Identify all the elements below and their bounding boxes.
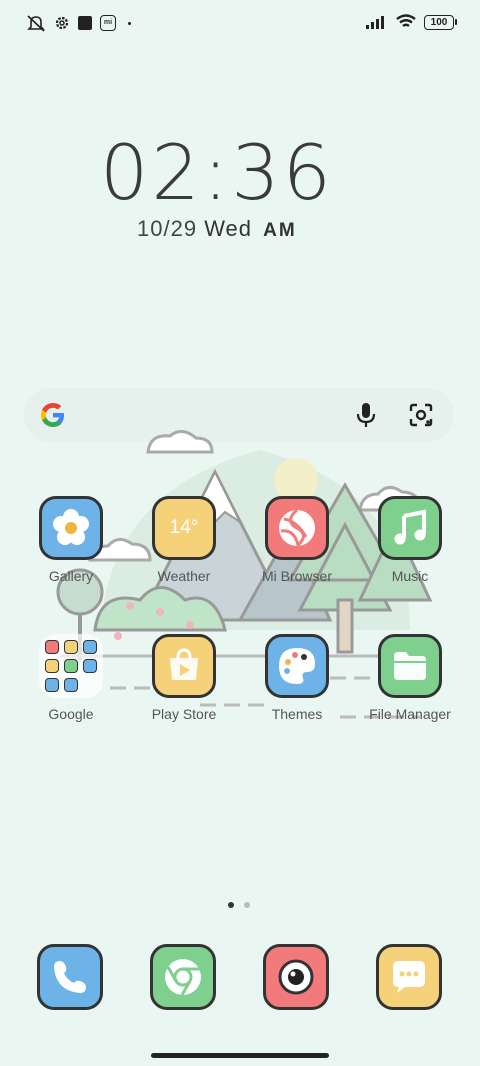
status-bar: mi 100: [0, 0, 480, 46]
drive-mini-icon: [45, 659, 59, 673]
palette-icon: [279, 648, 315, 684]
app-label: File Manager: [369, 706, 451, 722]
app-label: Weather: [157, 568, 211, 584]
app-label: Play Store: [151, 706, 217, 722]
page-indicator[interactable]: [228, 902, 250, 908]
google-logo-icon: [41, 403, 64, 427]
messages-icon: [393, 961, 425, 993]
phone-icon: [54, 961, 86, 993]
date-line: 10/29 Wed AM: [137, 216, 297, 242]
clock-widget[interactable]: 02:36: [0, 128, 434, 217]
date-text: 10/29: [137, 216, 198, 241]
play-store-icon: [170, 648, 198, 680]
weather-tile: 14°: [152, 496, 216, 560]
weekday-text: Wed: [204, 216, 253, 241]
signal-icon: [366, 16, 384, 29]
play-store-tile: [152, 634, 216, 698]
home-gesture-bar[interactable]: [151, 1053, 329, 1058]
app-label: Gallery: [48, 568, 94, 584]
mi-browser-icon: [279, 508, 315, 548]
camera-tile: [263, 944, 329, 1010]
square-app-icon: [78, 16, 92, 30]
app-label: Themes: [271, 706, 323, 722]
notifications-muted-icon: [27, 15, 45, 32]
gallery-tile: [39, 496, 103, 560]
clock-hours: 02: [99, 128, 203, 217]
app-themes[interactable]: Themes: [242, 634, 352, 722]
maps-mini-icon: [83, 640, 97, 654]
app-mi-browser[interactable]: Mi Browser: [242, 496, 352, 584]
folder-icon: [394, 652, 426, 680]
folder-google[interactable]: Google: [16, 634, 126, 722]
files-mini-icon: [45, 678, 59, 692]
music-note-icon: [394, 509, 426, 545]
voice-search-mic-icon[interactable]: [356, 401, 376, 429]
dock-messages[interactable]: [354, 944, 464, 1010]
mi-icon: mi: [100, 15, 116, 31]
meet-mini-icon: [64, 659, 78, 673]
chrome-icon: [165, 959, 201, 996]
app-label: Google: [48, 706, 94, 722]
dock-camera[interactable]: [241, 944, 351, 1010]
dock-browser[interactable]: [128, 944, 238, 1010]
app-music[interactable]: Music: [355, 496, 465, 584]
mi-browser-tile: [265, 496, 329, 560]
battery-icon: 100: [424, 14, 457, 30]
app-file-manager[interactable]: File Manager: [355, 634, 465, 722]
app-weather[interactable]: 14° Weather: [129, 496, 239, 584]
page-dot-1[interactable]: [228, 902, 234, 908]
settings-gear-icon: [55, 16, 69, 30]
app-label: Mi Browser: [261, 568, 332, 584]
file-manager-tile: [378, 634, 442, 698]
gmail-mini-icon: [64, 640, 78, 654]
page-dot-2[interactable]: [244, 902, 250, 908]
more-notifications-dot-icon: [128, 21, 131, 25]
camera-icon: [278, 959, 314, 995]
assistant-mini-icon: [64, 678, 78, 692]
weather-temperature: 14°: [169, 517, 199, 538]
dock-phone[interactable]: [15, 944, 125, 1010]
google-lens-icon[interactable]: [408, 402, 434, 428]
photos-mini-icon: [83, 659, 97, 673]
phone-tile: [37, 944, 103, 1010]
messages-tile: [376, 944, 442, 1010]
app-label: Music: [391, 568, 429, 584]
app-gallery[interactable]: Gallery: [16, 496, 126, 584]
ampm-text: AM: [263, 220, 297, 241]
google-folder-preview: [39, 634, 103, 698]
google-app-mini-icon: [45, 640, 59, 654]
clock-minutes: 36: [231, 128, 335, 217]
music-tile: [378, 496, 442, 560]
chrome-tile: [150, 944, 216, 1010]
gallery-flower-icon: [53, 509, 89, 545]
wifi-icon: [396, 14, 416, 27]
themes-tile: [265, 634, 329, 698]
app-play-store[interactable]: Play Store: [129, 634, 239, 722]
